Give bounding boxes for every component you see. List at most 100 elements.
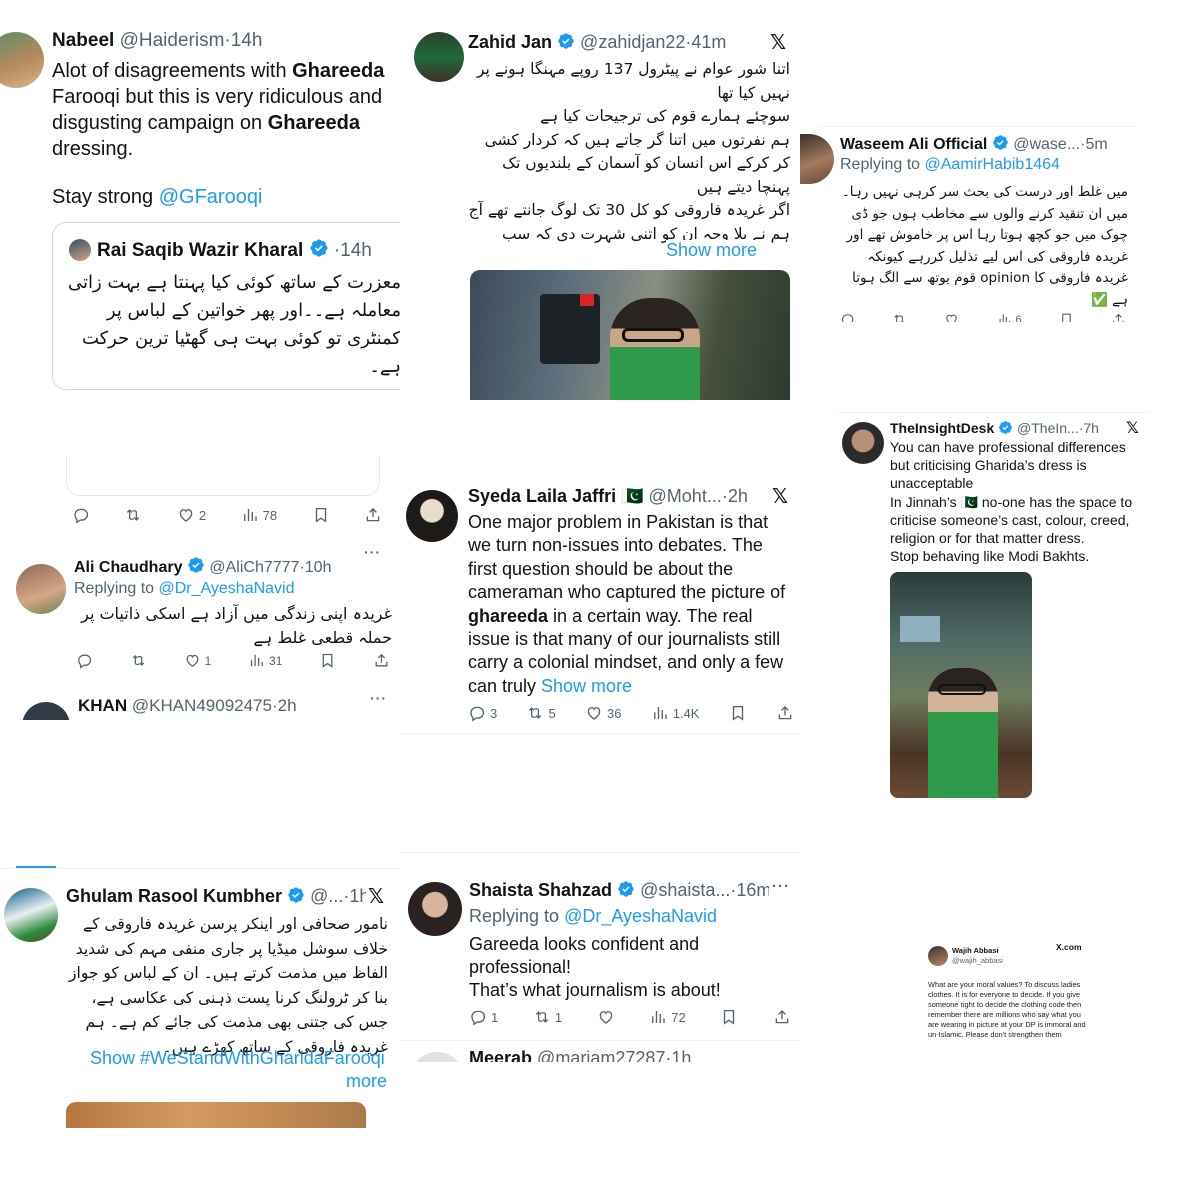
- show-more-link[interactable]: Show more: [541, 676, 632, 696]
- tweet-card-laila[interactable]: Syeda Laila Jaffri 🇵🇰 @Moht...·2h 𝕏 One …: [400, 476, 800, 734]
- timestamp[interactable]: 2h: [278, 696, 297, 715]
- timestamp[interactable]: 2h: [728, 486, 748, 506]
- bookmark-button[interactable]: [1059, 312, 1074, 322]
- author-handle[interactable]: @KHAN49092475: [132, 696, 272, 715]
- reply-button[interactable]: [76, 652, 93, 669]
- share-button[interactable]: [773, 1008, 791, 1026]
- author-name[interactable]: KHAN: [78, 696, 127, 715]
- views-button[interactable]: 6: [997, 312, 1022, 322]
- avatar[interactable]: [4, 888, 58, 942]
- timestamp[interactable]: 7h: [1083, 420, 1099, 436]
- x-logo-icon[interactable]: 𝕏: [1126, 418, 1139, 437]
- avatar[interactable]: [16, 564, 66, 614]
- avatar[interactable]: [406, 490, 458, 542]
- author-name[interactable]: Nabeel: [52, 30, 114, 51]
- timestamp[interactable]: 14h: [231, 30, 263, 51]
- show-more-link[interactable]: Show more: [666, 240, 762, 261]
- bookmark-button[interactable]: [319, 652, 336, 669]
- tweet-card-shaista[interactable]: Shaista Shahzad @shaista...·16m ··· Repl…: [400, 848, 800, 1060]
- repost-button[interactable]: [124, 506, 142, 524]
- author-handle[interactable]: @...: [310, 886, 343, 906]
- timestamp[interactable]: 1h: [671, 1048, 691, 1062]
- tweet-card-nabeel[interactable]: Nabeel @Haiderism·14h Alot of disagreeme…: [0, 26, 400, 536]
- x-logo-icon[interactable]: 𝕏: [368, 884, 384, 908]
- repost-button[interactable]: [892, 312, 907, 322]
- x-logo-icon[interactable]: 𝕏: [770, 30, 786, 54]
- timestamp[interactable]: 5m: [1085, 136, 1107, 153]
- mention-link[interactable]: @GFarooqi: [159, 186, 263, 208]
- tweet-card-waseem[interactable]: Waseem Ali Official @wase...·5m Replying…: [800, 126, 1136, 322]
- repost-button[interactable]: 1: [533, 1008, 562, 1026]
- more-options-icon[interactable]: ···: [364, 544, 381, 560]
- author-name[interactable]: Meerab: [469, 1048, 532, 1062]
- avatar[interactable]: [0, 32, 44, 88]
- tweet-card-insightdesk[interactable]: TheInsightDesk @TheIn...·7h 𝕏 You can ha…: [836, 412, 1150, 802]
- reply-button[interactable]: 1: [469, 1008, 498, 1026]
- views-button[interactable]: 78: [241, 506, 277, 524]
- share-button[interactable]: [373, 652, 390, 669]
- avatar[interactable]: [22, 702, 70, 720]
- avatar[interactable]: [408, 882, 462, 936]
- show-more-link[interactable]: more: [346, 1071, 387, 1092]
- bookmark-button[interactable]: [720, 1008, 738, 1026]
- reply-handle-link[interactable]: @AamirHabib1464: [925, 156, 1060, 173]
- author-handle[interactable]: @zahidjan22: [580, 32, 685, 52]
- author-name[interactable]: TheInsightDesk: [890, 420, 994, 436]
- views-button[interactable]: 31: [248, 652, 282, 669]
- tweet-photo[interactable]: [470, 270, 790, 400]
- hashtag-link[interactable]: #WeStandWithGharidaFarooqi: [140, 1048, 385, 1069]
- tweet-photo[interactable]: [890, 572, 1032, 798]
- tweet-card-ghulam[interactable]: Ghulam Rasool Kumbher @...·1h 𝕏 نامور صح…: [0, 848, 400, 1128]
- reply-handle-link[interactable]: @Dr_AyeshaNavid: [564, 906, 717, 926]
- tweet-card-khan[interactable]: KHAN @KHAN49092475·2h ···: [8, 690, 400, 720]
- avatar[interactable]: [800, 134, 834, 184]
- reply-button[interactable]: [840, 312, 855, 322]
- reply-button[interactable]: [72, 506, 90, 524]
- views-button[interactable]: 72: [649, 1008, 686, 1026]
- reply-button[interactable]: 3: [468, 704, 497, 722]
- tweet-card-meerab[interactable]: Meerab @mariam27287·1h: [400, 1048, 800, 1062]
- like-button[interactable]: [597, 1008, 615, 1026]
- avatar[interactable]: [842, 422, 884, 464]
- repost-button[interactable]: 5: [526, 704, 556, 722]
- author-name[interactable]: Waseem Ali Official: [840, 136, 987, 153]
- author-handle[interactable]: @shaista...: [640, 880, 730, 900]
- like-button[interactable]: 1: [184, 652, 211, 669]
- tweet-card-ali[interactable]: Ali Chaudhary @AliCh7777·10h ··· Replyin…: [8, 540, 400, 682]
- bookmark-button[interactable]: [312, 506, 330, 524]
- author-name[interactable]: Syeda Laila Jaffri: [468, 486, 616, 506]
- reply-handle-link[interactable]: @Dr_AyeshaNavid: [159, 580, 295, 597]
- quoted-tweet[interactable]: Rai Saqib Wazir Kharal ·14h معزرت کے سات…: [52, 222, 400, 390]
- author-name[interactable]: Shaista Shahzad: [469, 880, 612, 900]
- avatar[interactable]: [414, 32, 464, 82]
- show-more-link[interactable]: Show: [90, 1048, 135, 1069]
- avatar[interactable]: [928, 946, 948, 966]
- views-button[interactable]: 1.4K: [651, 704, 699, 722]
- author-handle[interactable]: @AliCh7777: [209, 559, 299, 576]
- avatar[interactable]: [410, 1052, 464, 1062]
- timestamp[interactable]: 10h: [305, 559, 332, 576]
- timestamp[interactable]: 16m: [736, 880, 769, 900]
- tweet-card-wajih[interactable]: Wajih Abbasi @wajih_abbasi X.com What ar…: [926, 938, 1092, 1064]
- share-button[interactable]: [364, 506, 382, 524]
- author-name[interactable]: Ghulam Rasool Kumbher: [66, 886, 282, 906]
- author-handle[interactable]: @Moht...: [649, 486, 722, 506]
- more-options-icon[interactable]: ···: [772, 878, 790, 895]
- bookmark-button[interactable]: [729, 704, 747, 722]
- like-button[interactable]: 2: [177, 506, 206, 524]
- author-name[interactable]: Ali Chaudhary: [74, 559, 182, 576]
- tweet-card-zahid[interactable]: Zahid Jan @zahidjan22·41m 𝕏 اتنا شور عوا…: [400, 26, 800, 402]
- timestamp[interactable]: 41m: [691, 32, 726, 52]
- like-button[interactable]: 36: [585, 704, 621, 722]
- repost-button[interactable]: [130, 652, 147, 669]
- share-button[interactable]: [776, 704, 794, 722]
- like-button[interactable]: [944, 312, 959, 322]
- author-handle[interactable]: @TheIn...: [1017, 420, 1079, 436]
- author-name[interactable]: Zahid Jan: [468, 32, 552, 52]
- share-button[interactable]: [1111, 312, 1126, 322]
- more-options-icon[interactable]: ···: [370, 690, 387, 706]
- author-handle[interactable]: @Haiderism: [120, 30, 225, 51]
- author-handle[interactable]: @mariam27287: [537, 1048, 665, 1062]
- tweet-photo[interactable]: [66, 1102, 366, 1128]
- x-logo-icon[interactable]: 𝕏: [772, 484, 788, 508]
